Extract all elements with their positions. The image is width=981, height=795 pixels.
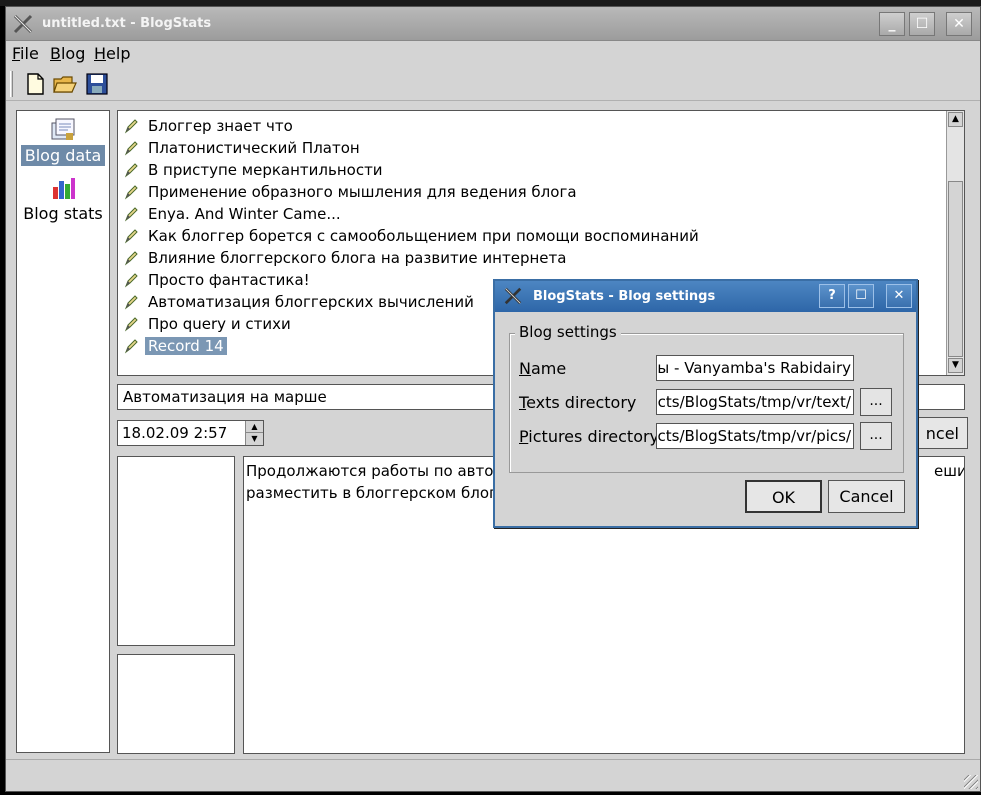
name-label: Name [519,359,567,378]
ok-button[interactable]: OK [745,480,822,513]
pen-icon [124,251,138,266]
maximize-button[interactable]: ☐ [909,12,935,36]
pen-icon [124,273,138,288]
dialog-titlebar[interactable]: BlogStats - Blog settings ? ☐ ✕ [495,281,916,312]
app-x-icon [13,14,33,34]
menu-file[interactable]: File [12,44,39,63]
new-file-icon[interactable] [22,71,48,97]
list-item[interactable]: Про query и стихи [124,313,294,335]
dialog-app-x-icon [504,287,522,305]
pictures-browse-button[interactable]: ... [860,422,892,450]
spin-up-icon[interactable]: ▲ [246,421,263,433]
group-title: Blog settings [515,323,621,341]
texts-directory-input[interactable]: ojects/BlogStats/tmp/vr/text/ [656,389,854,415]
record-title: Влияние блоггерского блога на развитие и… [148,249,567,267]
list-item[interactable]: Применение образного мышления для ведени… [124,181,580,203]
list-item[interactable]: Record 14 [124,335,227,357]
pen-icon [124,141,138,156]
menu-help[interactable]: Help [94,44,130,63]
list-item[interactable]: Просто фантастика! [124,269,313,291]
nav-item-label: Blog stats [23,204,103,223]
texts-browse-button[interactable]: ... [860,388,892,416]
scroll-up-arrow-icon[interactable]: ▲ [948,112,963,127]
dialog-maximize-button[interactable]: ☐ [848,284,874,308]
cancel-button[interactable]: Cancel [828,480,905,513]
list-item[interactable]: В приступе меркантильности [124,159,386,181]
blog-stats-icon [53,178,75,199]
records-scrollbar[interactable]: ▲ ▼ [946,111,964,375]
spin-down-icon[interactable]: ▼ [246,433,263,445]
list-item[interactable]: Платонистический Платон [124,137,363,159]
menu-blog[interactable]: Blog [50,44,85,63]
pen-icon [124,229,138,244]
body-line-1: Продолжаются работы по автом [246,462,505,480]
nav-item-label: Blog data [20,145,106,166]
body-line-2: разместить в блоггерском блоге [246,484,507,502]
list-item[interactable]: Блоггер знает что [124,115,296,137]
status-bar [6,759,980,791]
window-titlebar[interactable]: untitled.txt - BlogStats _ ☐ ✕ [6,7,980,41]
record-title: Record 14 [145,337,227,355]
pen-icon [124,339,138,354]
pen-icon [124,185,138,200]
record-date-input[interactable]: 18.02.09 2:57 ▲ ▼ [117,420,264,446]
pen-icon [124,119,138,134]
toolbar-grip[interactable] [10,71,13,97]
date-value: 18.02.09 2:57 [122,424,228,442]
window-title: untitled.txt - BlogStats [42,16,212,31]
nav-item-blog-data[interactable]: Blog data [17,115,109,166]
body-line-1-tail: ешил [934,462,964,480]
record-title: Просто фантастика! [148,271,310,289]
dialog-close-button[interactable]: ✕ [886,284,912,308]
resize-grip-icon[interactable] [964,775,978,789]
picture-preview-top[interactable] [117,456,235,646]
nav-panel: Blog data Blog stats [16,110,110,753]
pen-icon [124,317,138,332]
list-item[interactable]: Влияние блоггерского блога на развитие и… [124,247,569,269]
pen-icon [124,163,138,178]
pen-icon [124,295,138,310]
record-title: Блоггер знает что [148,117,293,135]
texts-directory-label: Texts directory [519,393,637,412]
open-folder-icon[interactable] [52,71,78,97]
list-item[interactable]: Как блоггер борется с самообольщением пр… [124,225,702,247]
pictures-directory-input[interactable]: ects/BlogStats/tmp/vr/pics/ [656,423,854,449]
record-title: Enya. And Winter Came... [148,205,341,223]
record-title: Как блоггер борется с самообольщением пр… [148,227,699,245]
record-title: Применение образного мышления для ведени… [148,183,577,201]
picture-preview-bottom[interactable] [117,654,235,754]
pen-icon [124,207,138,222]
blog-settings-dialog: BlogStats - Blog settings ? ☐ ✕ Blog set… [493,279,918,528]
date-spinner[interactable]: ▲ ▼ [245,421,263,445]
nav-item-blog-stats[interactable]: Blog stats [17,173,109,224]
record-title: Про query и стихи [148,315,291,333]
toolbar [6,67,980,101]
save-disk-icon[interactable] [84,71,110,97]
pictures-directory-label: Pictures directory [519,427,660,446]
scroll-down-arrow-icon[interactable]: ▼ [948,358,963,373]
dialog-title: BlogStats - Blog settings [533,289,716,304]
dialog-help-button[interactable]: ? [819,284,845,308]
list-item[interactable]: Автоматизация блоггерских вычислений [124,291,477,313]
record-title: Автоматизация блоггерских вычислений [148,293,474,311]
blog-name-input[interactable]: ы - Vanyamba's Rabidairy [656,355,854,381]
list-item[interactable]: Enya. And Winter Came... [124,203,344,225]
record-title: Платонистический Платон [148,139,360,157]
menu-bar: File Blog Help [6,41,980,67]
close-button[interactable]: ✕ [946,12,972,36]
blog-data-icon [51,118,75,140]
editor-cancel-label: ncel [925,424,959,443]
minimize-button[interactable]: _ [879,12,905,36]
record-title: В приступе меркантильности [148,161,383,179]
scroll-thumb[interactable] [948,181,963,357]
